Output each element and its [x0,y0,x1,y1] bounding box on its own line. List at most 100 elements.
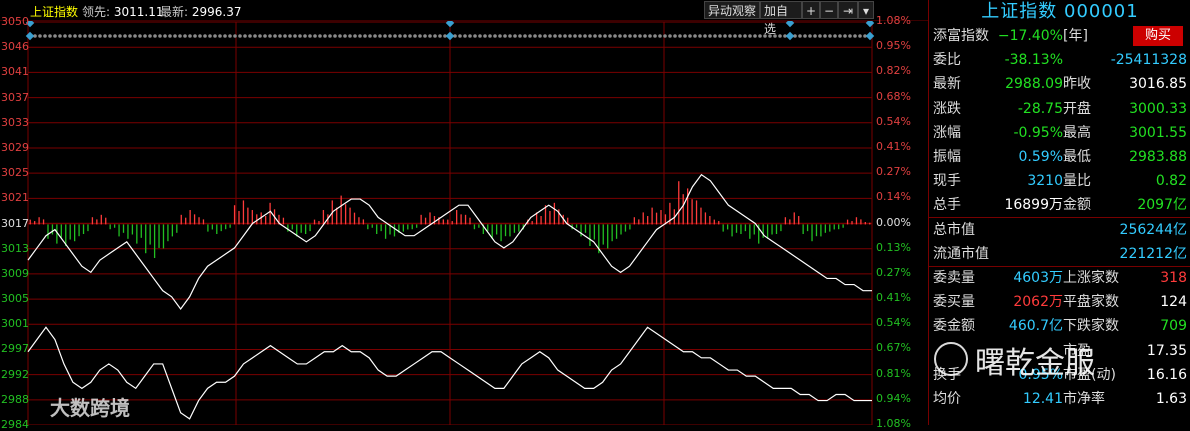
timeline-dot [113,34,117,38]
timeline-dot [668,34,672,38]
timeline-dot [38,34,42,38]
left-axis-tick: 3050 [1,15,29,28]
watermark-left: 大数跨境 [50,396,130,420]
timeline-dot [848,34,852,38]
timeline-dot [623,34,627,38]
timeline-dot [818,34,822,38]
timeline-dot [593,34,597,38]
timeline-dot [78,34,82,38]
timeline-dot [638,34,642,38]
timeline-dot [698,34,702,38]
timeline-dot [803,34,807,38]
timeline-dot [48,34,52,38]
timeline-dot [133,34,137,38]
quote-row: 涨跌 -28.75 开盘 3000.33 [933,100,1187,117]
right-axis-tick: 0.41% [876,291,911,305]
timeline-dot [858,34,862,38]
timeline-dot [548,34,552,38]
left-axis-tick: 2992 [1,367,29,381]
left-axis-tick: 3025 [1,166,29,180]
timeline-dot [263,34,267,38]
timeline-dot [588,34,592,38]
right-axis-tick: 1.08% [876,417,911,430]
timeline-dot [233,34,237,38]
timeline-dot [243,34,247,38]
timeline-dot [163,34,167,38]
timeline-dot [813,34,817,38]
timeline-dot [228,34,232,38]
timeline-dot [53,34,57,38]
timeline-dot [828,34,832,38]
timeline-dot [278,34,282,38]
quote-row: 流通市值 221212亿 [933,245,1187,262]
intraday-chart[interactable] [0,0,928,425]
dropdown-menu-button[interactable]: ▾ [858,1,874,19]
timeline-dot [653,34,657,38]
timeline-dot [203,34,207,38]
left-axis-tick: 3041 [1,65,29,79]
timeline-dot [183,34,187,38]
timeline-dot [308,34,312,38]
timeline-dot [253,34,257,38]
timeline-dot [643,34,647,38]
timeline-dot [413,34,417,38]
quote-row: 总市值 256244亿 [933,221,1187,238]
timeline-dot [378,34,382,38]
timeline-dot [128,34,132,38]
timeline-dot [823,34,827,38]
timeline-dot [633,34,637,38]
timeline-dot [513,34,517,38]
timeline-dot [103,34,107,38]
watermark-right: 曙乾金服 [975,346,1095,381]
chart-toolbar: 上证指数 领先: 3011.11 最新: 2996.37 异动观察 加自选 + … [0,0,928,36]
timeline-dot [488,34,492,38]
timeline-dot [758,34,762,38]
timeline-dot [388,34,392,38]
timeline-dot [288,34,292,38]
unusual-watch-button[interactable]: 异动观察 [704,1,760,19]
zoom-in-button[interactable]: + [802,1,820,19]
lead-readout: 领先: 3011.11 [82,5,164,19]
right-axis-tick: 0.67% [876,341,911,355]
timeline-dot [683,34,687,38]
timeline-dot [88,34,92,38]
timeline-dot [98,34,102,38]
timeline-dot [383,34,387,38]
zoom-out-button[interactable]: − [820,1,838,19]
timeline-dot [368,34,372,38]
left-axis-tick: 3009 [1,266,29,280]
timeline-dot [713,34,717,38]
left-axis-tick: 3017 [1,216,29,230]
timeline-dot [428,34,432,38]
jump-end-button[interactable]: ⇥ [838,1,858,19]
left-axis-tick: 2997 [1,342,29,356]
timeline-dot [743,34,747,38]
timeline-dot [313,34,317,38]
timeline-dot [298,34,302,38]
timeline-dot [363,34,367,38]
timeline-dot [143,34,147,38]
timeline-dot [838,34,842,38]
add-watchlist-button[interactable]: 加自选 [760,1,802,36]
timeline-dot [558,34,562,38]
quote-row: 最新 2988.09 昨收 3016.85 [933,76,1187,93]
timeline-dot [248,34,252,38]
timeline-dot [518,34,522,38]
timeline-dot [273,34,277,38]
timeline-dot [353,34,357,38]
timeline-dot [778,34,782,38]
timeline-dot [678,34,682,38]
timeline-dot [543,34,547,38]
left-axis-tick: 3037 [1,90,29,104]
timeline-dot [573,34,577,38]
timeline-dot [283,34,287,38]
timeline-dot [728,34,732,38]
timeline-dot [118,34,122,38]
timeline-dot [608,34,612,38]
timeline-dot [348,34,352,38]
right-axis-tick: 0.14% [876,190,911,204]
right-axis-tick: 0.82% [876,64,911,78]
timeline-dot [748,34,752,38]
timeline-dot [93,34,97,38]
timeline-dot [208,34,212,38]
